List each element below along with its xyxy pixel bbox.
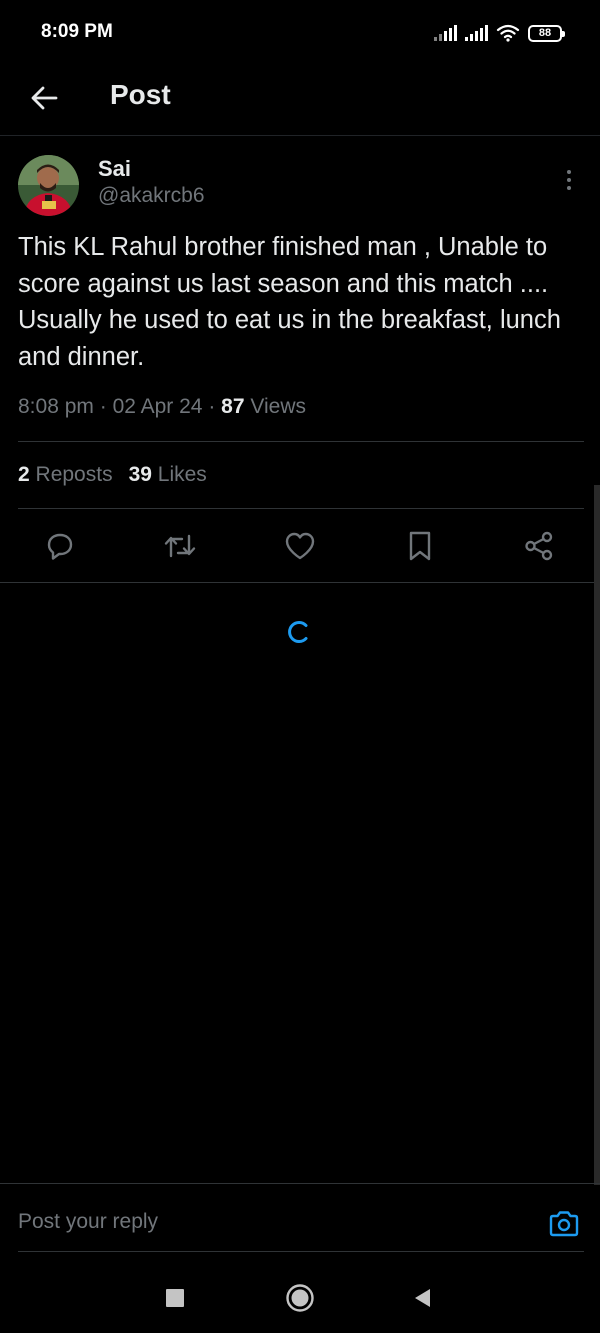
system-nav-bar [0,1262,600,1333]
share-icon [525,531,553,561]
like-icon [285,532,315,560]
header: Post [0,66,600,136]
reply-input[interactable] [18,1210,498,1234]
post-time: 8:08 pm [18,395,94,418]
wifi-icon [496,24,520,42]
author-name[interactable]: Sai [98,156,131,182]
scrollbar[interactable] [594,485,600,1185]
system-back-button[interactable] [404,1280,440,1316]
reposts-stat[interactable]: 2 Reposts [18,463,113,486]
post-text: This KL Rahul brother finished man , Una… [18,233,561,371]
views-count: 87 [221,395,245,418]
camera-icon [549,1211,579,1237]
reply-icon [47,533,73,560]
page-title: Post [110,79,171,110]
status-time: 8:09 PM [41,21,113,42]
reposts-label: Reposts [35,463,113,486]
recents-button[interactable] [157,1280,193,1316]
bookmark-icon [409,531,431,561]
post-stats: 2 Reposts 39 Likes [18,463,207,487]
camera-button[interactable] [547,1207,581,1241]
battery-level: 88 [538,27,552,39]
reposts-count: 2 [18,463,30,486]
likes-label: Likes [157,463,207,486]
repost-button[interactable] [162,528,198,564]
home-button[interactable] [282,1280,318,1316]
separator: · [99,395,107,418]
repost-icon [164,534,196,558]
back-button[interactable] [24,78,64,118]
recents-icon [166,1289,184,1307]
more-options-icon[interactable] [556,165,582,195]
separator: · [208,395,216,418]
likes-stat[interactable]: 39 Likes [129,463,207,486]
divider [18,1251,584,1252]
status-icons: 88 [434,20,565,46]
author-handle[interactable]: @akakrcb6 [98,184,205,208]
battery-icon: 88 [528,24,565,42]
loading-spinner-icon [288,621,308,643]
status-bar: 8:09 PM 88 [0,0,600,66]
bookmark-button[interactable] [402,528,438,564]
reply-button[interactable] [42,528,78,564]
signal-icon [434,25,457,41]
back-icon [415,1289,430,1307]
action-bar [0,508,600,583]
signal-icon [465,25,488,41]
likes-count: 39 [128,463,152,486]
avatar[interactable] [18,155,79,216]
home-icon [286,1284,314,1312]
reply-bar [0,1183,600,1253]
post-date: 02 Apr 24 [112,395,203,418]
back-arrow-icon [31,86,58,110]
post-meta: 8:08 pm · 02 Apr 24 · 87 Views [18,395,306,419]
views-label: Views [250,395,307,418]
divider [18,441,584,442]
share-button[interactable] [521,528,557,564]
like-button[interactable] [282,528,318,564]
avatar-image [18,155,79,216]
